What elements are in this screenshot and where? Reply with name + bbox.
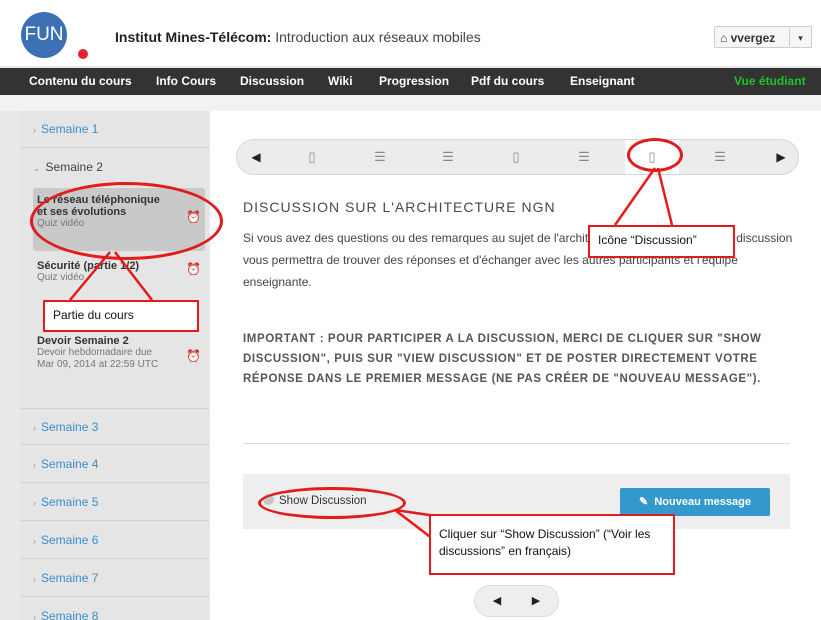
nav-enseignant[interactable]: Enseignant [570,68,635,95]
divider [243,443,790,444]
bottom-sequence-nav: ◀ ▶ [474,585,559,617]
course-navbar: Contenu du cours Info Cours Discussion W… [0,68,821,95]
sidebar-week-8[interactable]: › Semaine 8 [20,598,209,620]
nav-info[interactable]: Info Cours [156,68,216,95]
sidebar-week-5[interactable]: › Semaine 5 [20,484,209,521]
week-label: Semaine 3 [41,420,99,434]
sidebar-week-3[interactable]: › Semaine 3 [20,408,209,445]
nav-contenu[interactable]: Contenu du cours [29,68,132,95]
lesson-securite[interactable]: Sécurité (partie 1/2) Quiz vidéo ⏰ [33,257,205,287]
bottom-next-arrow-icon[interactable]: ▶ [516,586,556,616]
week-label: Semaine 8 [41,609,99,620]
nav-pdf[interactable]: Pdf du cours [471,68,544,95]
lesson-title: Devoir Semaine 2 [37,335,129,347]
subbar [0,95,821,111]
sequence-nav: ◀ ▯ ☰ ☰ ▯ ☰ ▯ ☰ ▶ [236,139,799,175]
lesson-devoir[interactable]: Devoir Semaine 2 Devoir hebdomadaire due… [33,333,205,393]
callout-cliquer-show-discussion: Cliquer sur “Show Discussion” (“Voir les… [429,514,675,575]
week-label: Semaine 4 [41,457,99,471]
seq-tab-list-icon[interactable]: ☰ [557,140,611,174]
logo-dot [78,49,88,59]
seq-prev-arrow-icon[interactable]: ◀ [241,140,271,174]
new-message-button[interactable]: ✎ Nouveau message [620,488,770,516]
seq-tab-page-icon[interactable]: ▯ [489,140,543,174]
chevron-right-icon: › [33,125,36,135]
seq-tab-page-icon[interactable]: ▯ [285,140,339,174]
week-label: Semaine 7 [41,571,99,585]
unit-title: DISCUSSION SUR L'ARCHITECTURE NGN [243,199,556,215]
sidebar-week-6[interactable]: › Semaine 6 [20,522,209,559]
chevron-right-icon: › [33,574,36,584]
lesson-title: Sécurité (partie 1/2) [37,260,140,272]
nav-discussion[interactable]: Discussion [240,68,304,95]
lesson-subtitle: Quiz vidéo [37,272,85,283]
week-label: Semaine 6 [41,533,99,547]
logo-text: FUN [21,12,67,58]
chevron-right-icon: › [33,612,36,620]
chevron-right-icon: › [33,536,36,546]
new-message-label: Nouveau message [654,496,751,508]
lesson-text: Devoir Semaine 2 Devoir hebdomadaire due… [37,335,167,371]
seq-next-arrow-icon[interactable]: ▶ [766,140,796,174]
annotation-ring-discussion-icon [627,138,683,172]
user-menu-button[interactable]: ⌂ vvergez [714,26,790,48]
chevron-right-icon: › [33,498,36,508]
alarm-icon: ⏰ [186,262,201,276]
important-notice: IMPORTANT : POUR PARTICIPER A LA DISCUSS… [243,333,762,385]
chevron-right-icon: › [33,460,36,470]
user-dropdown-caret[interactable]: ▾ [790,26,812,48]
sidebar-week-4[interactable]: › Semaine 4 [20,446,209,483]
bottom-prev-arrow-icon[interactable]: ◀ [477,586,517,616]
lesson-text: Sécurité (partie 1/2) Quiz vidéo [37,260,172,284]
alarm-icon: ⏰ [186,349,201,363]
seq-tab-list-icon[interactable]: ☰ [693,140,747,174]
week-label: Semaine 5 [41,495,99,509]
callout-partie-du-cours: Partie du cours [43,300,199,332]
callout-icone-discussion: Icône “Discussion” [588,225,735,258]
home-icon: ⌂ [720,31,728,45]
course-name: Introduction aux réseaux mobiles [271,29,481,45]
chevron-down-icon: ⌄ [33,163,41,173]
annotation-ring-show-discussion [258,487,406,519]
institution-name: Institut Mines-Télécom: [115,29,272,45]
fun-logo[interactable]: FUN [21,12,88,60]
seq-tab-list-icon[interactable]: ☰ [353,140,407,174]
nav-vue-etudiant[interactable]: Vue étudiant [734,68,806,95]
annotation-ring-lesson [30,182,223,260]
header: FUN Institut Mines-Télécom: Introduction… [0,0,821,66]
sidebar-week-7[interactable]: › Semaine 7 [20,560,209,597]
nav-progression[interactable]: Progression [379,68,449,95]
sidebar-week-2[interactable]: ⌄ Semaine 2 [20,149,209,186]
edit-icon: ✎ [639,496,649,508]
course-title: Institut Mines-Télécom: Introduction aux… [115,29,481,45]
lesson-subtitle: Devoir hebdomadaire due Mar 09, 2014 at … [37,347,159,370]
username: vvergez [730,31,776,45]
week-label: Semaine 1 [41,122,99,136]
sidebar-week-1[interactable]: › Semaine 1 [20,111,209,148]
chevron-right-icon: › [33,423,36,433]
week-label: Semaine 2 [45,160,103,174]
seq-tab-list-icon[interactable]: ☰ [421,140,475,174]
nav-wiki[interactable]: Wiki [328,68,353,95]
